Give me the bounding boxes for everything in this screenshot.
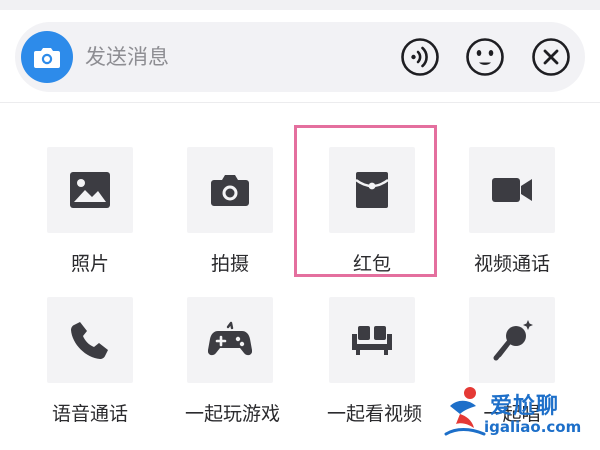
tile-icon-box <box>47 147 133 233</box>
tile-photo[interactable]: 照片 <box>45 103 185 275</box>
tile-icon-box <box>469 147 555 233</box>
tile-voice-call[interactable]: 语音通话 <box>45 253 185 425</box>
camera-icon <box>34 48 60 68</box>
video-camera-icon <box>492 178 532 202</box>
microphone-icon <box>493 320 533 361</box>
chat-extension-panel: 发送消息 照片 拍摄 红包 视频通话 语音通话 一起玩游戏 一起看视频 一起唱 … <box>0 0 600 450</box>
tile-icon-box <box>187 297 273 383</box>
camera-button[interactable] <box>21 31 73 83</box>
tile-icon-box <box>469 297 555 383</box>
camera-icon <box>211 175 249 206</box>
message-input-placeholder[interactable]: 发送消息 <box>85 44 169 70</box>
close-button[interactable] <box>531 37 571 77</box>
tile-label: 一起玩游戏 <box>185 403 281 425</box>
close-icon <box>532 38 570 76</box>
top-divider-strip <box>0 0 600 10</box>
voice-message-icon <box>401 38 439 76</box>
tile-icon-box <box>187 147 273 233</box>
tile-icon-box <box>329 297 415 383</box>
emoji-button[interactable] <box>465 37 505 77</box>
message-input-bar[interactable]: 发送消息 <box>15 22 585 92</box>
tile-video-call[interactable]: 视频通话 <box>467 103 600 275</box>
gamepad-icon <box>208 321 252 356</box>
watermark-chinese-text: 爱尬聊 <box>490 394 560 419</box>
watermark: 爱尬聊 igaliao.com <box>444 384 594 444</box>
tile-icon-box <box>47 297 133 383</box>
phone-icon <box>71 322 108 359</box>
image-icon <box>70 172 110 208</box>
voice-message-button[interactable] <box>400 37 440 77</box>
message-input-area: 发送消息 <box>0 10 600 103</box>
emoji-icon <box>466 38 504 76</box>
tile-label: 一起看视频 <box>327 403 423 425</box>
sofa-icon <box>352 326 392 355</box>
watermark-url-text: igaliao.com <box>484 418 582 436</box>
tile-label: 语音通话 <box>51 403 128 425</box>
red-packet-highlight-frame <box>294 125 437 277</box>
tile-sing-together[interactable]: 一起唱 <box>467 253 600 425</box>
